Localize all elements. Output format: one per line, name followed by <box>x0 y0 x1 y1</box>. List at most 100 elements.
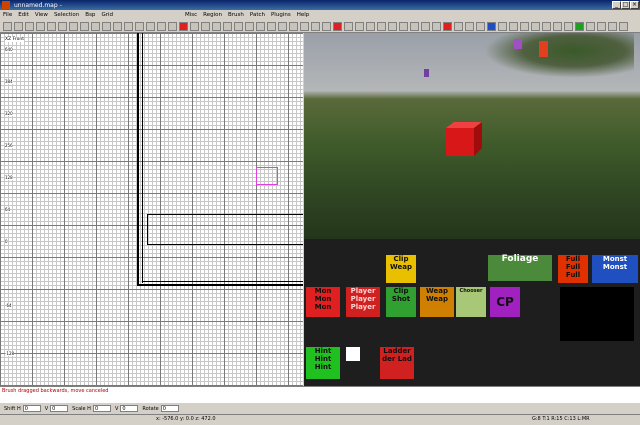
menu-region[interactable]: Region <box>200 12 225 18</box>
toolbar-button[interactable] <box>289 22 298 31</box>
toolbar-button[interactable] <box>135 22 144 31</box>
toolbar-button[interactable] <box>421 22 430 31</box>
texture-tile[interactable]: Weap Weap <box>420 287 454 317</box>
toolbar-button[interactable] <box>14 22 23 31</box>
scale-h-label: Scale H <box>72 405 91 412</box>
toolbar-button[interactable] <box>124 22 133 31</box>
toolbar-button[interactable] <box>168 22 177 31</box>
menu-patch[interactable]: Patch <box>247 12 268 18</box>
toolbar-button[interactable] <box>91 22 100 31</box>
scale-v-input[interactable]: 0 <box>120 405 139 412</box>
rotate-input[interactable]: 0 <box>160 405 179 412</box>
toolbar-button[interactable] <box>3 22 12 31</box>
texture-tile[interactable]: Foliage <box>488 255 552 281</box>
toolbar-button[interactable] <box>322 22 331 31</box>
texture-tile[interactable]: Monst Monst <box>592 255 638 283</box>
texture-tile[interactable] <box>346 347 360 361</box>
toolbar-button[interactable] <box>410 22 419 31</box>
toolbar-button[interactable] <box>201 22 210 31</box>
toolbar-button[interactable] <box>542 22 551 31</box>
toolbar-button[interactable] <box>333 22 342 31</box>
toolbar-button[interactable] <box>377 22 386 31</box>
toolbar-button[interactable] <box>212 22 221 31</box>
toolbar-button[interactable] <box>575 22 584 31</box>
toolbar-button[interactable] <box>564 22 573 31</box>
menu-grid[interactable]: Grid <box>98 12 116 18</box>
toolbar-button[interactable] <box>311 22 320 31</box>
maximize-button[interactable]: □ <box>621 1 630 9</box>
toolbar-button[interactable] <box>366 22 375 31</box>
texture-tile[interactable]: Chooser <box>456 287 486 317</box>
app-icon <box>2 1 10 9</box>
selected-brush[interactable] <box>147 214 303 245</box>
toolbar-button[interactable] <box>190 22 199 31</box>
menu-file[interactable]: File <box>0 12 15 18</box>
toolbar-button[interactable] <box>113 22 122 31</box>
texture-browser[interactable]: Clip Weap Foliage Full Full Full Monst M… <box>304 239 640 386</box>
texture-tile[interactable]: Player Player Player <box>346 287 380 317</box>
close-button[interactable]: × <box>630 1 639 9</box>
toolbar-button[interactable] <box>102 22 111 31</box>
texture-tile[interactable] <box>560 287 634 341</box>
toolbar-button[interactable] <box>278 22 287 31</box>
toolbar-button[interactable] <box>531 22 540 31</box>
toolbar-button[interactable] <box>586 22 595 31</box>
toolbar-button[interactable] <box>520 22 529 31</box>
toolbar-button[interactable] <box>597 22 606 31</box>
menu-selection[interactable]: Selection <box>51 12 82 18</box>
shift-h-input[interactable]: 0 <box>22 405 41 412</box>
toolbar-button[interactable] <box>355 22 364 31</box>
toolbar-button[interactable] <box>553 22 562 31</box>
texture-tile[interactable]: Clip Shot <box>386 287 416 317</box>
toolbar-button[interactable] <box>608 22 617 31</box>
toolbar-button[interactable] <box>443 22 452 31</box>
toolbar-button[interactable] <box>179 22 188 31</box>
menu-bsp[interactable]: Bsp <box>82 12 98 18</box>
toolbar-button[interactable] <box>619 22 628 31</box>
toolbar-button[interactable] <box>47 22 56 31</box>
toolbar-button[interactable] <box>234 22 243 31</box>
shift-v-input[interactable]: 0 <box>50 405 69 412</box>
red-cube[interactable] <box>444 122 484 156</box>
toolbar-button[interactable] <box>25 22 34 31</box>
toolbar-button[interactable] <box>432 22 441 31</box>
menu-help[interactable]: Help <box>294 12 313 18</box>
toolbar-button[interactable] <box>344 22 353 31</box>
camera-frustum[interactable] <box>256 167 278 185</box>
toolbar-button[interactable] <box>223 22 232 31</box>
xz-front-view[interactable]: XZ Front 640 384 320 256 128 64 0 -64 -1… <box>0 33 303 386</box>
toolbar-button[interactable] <box>58 22 67 31</box>
texture-tile[interactable]: Full Full Full <box>558 255 588 283</box>
toolbar-button[interactable] <box>157 22 166 31</box>
minimize-button[interactable]: _ <box>612 1 621 9</box>
menu-misc[interactable]: Misc <box>182 12 200 18</box>
toolbar-button[interactable] <box>399 22 408 31</box>
texture-tile[interactable]: Ladder der Lad <box>380 347 414 379</box>
texture-tile[interactable]: Clip Weap <box>386 255 416 283</box>
toolbar-button[interactable] <box>245 22 254 31</box>
toolbar-button[interactable] <box>476 22 485 31</box>
toolbar-button[interactable] <box>509 22 518 31</box>
texture-tile[interactable]: CP <box>490 287 520 317</box>
toolbar-button[interactable] <box>454 22 463 31</box>
texture-tile[interactable]: Hint Hint Hint <box>306 347 340 379</box>
toolbar-button[interactable] <box>300 22 309 31</box>
window-title: unnamed.map - <box>14 1 62 9</box>
toolbar <box>0 20 640 33</box>
texture-tile[interactable]: Mon Mon Mon <box>306 287 340 317</box>
toolbar-button[interactable] <box>388 22 397 31</box>
toolbar-button[interactable] <box>69 22 78 31</box>
toolbar-button[interactable] <box>498 22 507 31</box>
toolbar-button[interactable] <box>146 22 155 31</box>
menu-view[interactable]: View <box>32 12 51 18</box>
menu-plugins[interactable]: Plugins <box>268 12 294 18</box>
menu-brush[interactable]: Brush <box>225 12 247 18</box>
scale-h-input[interactable]: 0 <box>92 405 111 412</box>
toolbar-button[interactable] <box>256 22 265 31</box>
toolbar-button[interactable] <box>80 22 89 31</box>
toolbar-button[interactable] <box>36 22 45 31</box>
toolbar-button[interactable] <box>267 22 276 31</box>
toolbar-button[interactable] <box>465 22 474 31</box>
toolbar-button[interactable] <box>487 22 496 31</box>
menu-edit[interactable]: Edit <box>15 12 32 18</box>
